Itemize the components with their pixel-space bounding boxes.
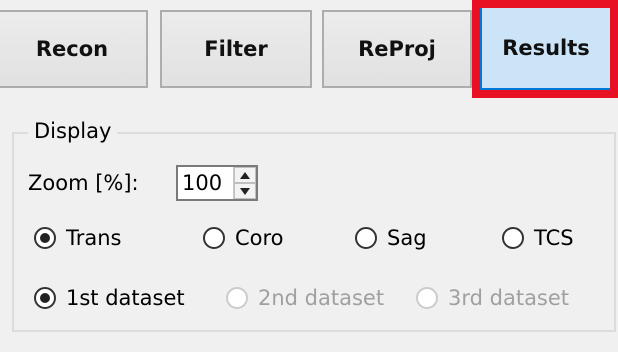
radio-trans[interactable]: Trans (34, 225, 122, 251)
radio-tcs-indicator (502, 227, 524, 249)
radio-1st-dataset-indicator (34, 287, 56, 309)
radio-coro[interactable]: Coro (203, 225, 284, 251)
radio-coro-label: Coro (235, 226, 284, 250)
tab-reproj[interactable]: ReProj (322, 10, 472, 88)
zoom-spinbox[interactable] (176, 165, 258, 201)
radio-coro-indicator (203, 227, 225, 249)
tab-filter-label: Filter (204, 37, 268, 61)
tab-filter[interactable]: Filter (160, 10, 312, 88)
zoom-increment-button[interactable] (234, 167, 256, 183)
tab-bar: Recon Filter ReProj Results (0, 0, 618, 104)
radio-1st-dataset[interactable]: 1st dataset (34, 285, 185, 311)
tab-reproj-label: ReProj (358, 37, 436, 61)
display-group-title: Display (28, 118, 118, 144)
tab-results-label: Results (502, 36, 590, 60)
zoom-decrement-button[interactable] (234, 183, 256, 199)
arrow-down-icon (240, 187, 250, 195)
tab-recon[interactable]: Recon (0, 10, 148, 88)
radio-1st-dataset-label: 1st dataset (66, 286, 185, 310)
radio-tcs-label: TCS (534, 226, 574, 250)
radio-sag-indicator (355, 227, 377, 249)
tab-results[interactable]: Results (472, 0, 618, 98)
radio-trans-label: Trans (66, 226, 122, 250)
zoom-input[interactable] (182, 169, 232, 197)
radio-2nd-dataset: 2nd dataset (226, 285, 384, 311)
arrow-up-icon (240, 171, 250, 179)
results-panel: Recon Filter ReProj Results Display Zoom… (0, 0, 618, 352)
tab-results-inner: Results (480, 8, 610, 90)
radio-sag-label: Sag (387, 226, 427, 250)
radio-2nd-dataset-label: 2nd dataset (258, 286, 385, 310)
radio-trans-indicator (34, 227, 56, 249)
radio-3rd-dataset: 3rd dataset (416, 285, 569, 311)
zoom-label: Zoom [%]: (28, 171, 139, 195)
radio-3rd-dataset-indicator (416, 287, 438, 309)
radio-2nd-dataset-indicator (226, 287, 248, 309)
radio-tcs[interactable]: TCS (502, 225, 574, 251)
tab-recon-label: Recon (35, 37, 109, 61)
radio-3rd-dataset-label: 3rd dataset (448, 286, 570, 310)
radio-sag[interactable]: Sag (355, 225, 427, 251)
zoom-spin-buttons (233, 167, 256, 199)
